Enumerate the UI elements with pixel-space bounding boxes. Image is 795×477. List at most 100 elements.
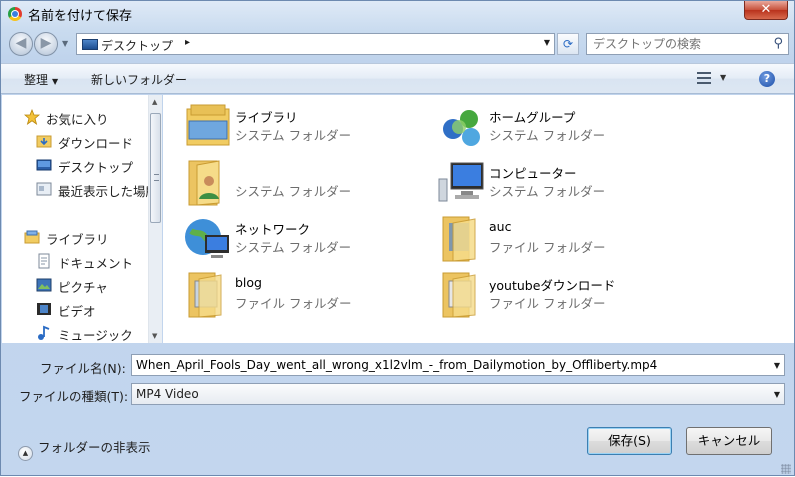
breadcrumb-chevron-icon[interactable]: ▸	[185, 37, 190, 48]
nav-item-music[interactable]: ミュージック	[36, 324, 148, 342]
list-item[interactable]: ネットワーク システム フォルダー	[183, 213, 433, 265]
nav-item-favorites[interactable]: お気に入り	[24, 108, 148, 126]
nav-item-desktop[interactable]: デスクトップ	[36, 156, 148, 174]
pictures-icon	[36, 278, 52, 292]
breadcrumb-desktop[interactable]: デスクトップ	[101, 37, 173, 54]
library-icon	[186, 104, 230, 146]
nav-item-label: お気に入り	[46, 112, 109, 126]
title-bar[interactable]: 名前を付けて保存 ✕	[1, 1, 794, 27]
new-folder-button[interactable]: 新しいフォルダー	[91, 71, 187, 88]
nav-item-label: ダウンロード	[58, 136, 134, 150]
filetype-dropdown-icon[interactable]: ▼	[774, 390, 780, 399]
folder-icon	[442, 272, 476, 318]
nav-item-label: 最近表示した場所	[58, 184, 148, 198]
item-name: ホームグループ	[489, 110, 576, 125]
item-name: youtubeダウンロード	[489, 278, 616, 293]
navigation-row: ◀ ▶ ▼ デスクトップ ▸ ▼ ⟳ ⚲	[1, 29, 794, 59]
save-form: ファイル名(N): ▼ ファイルの種類(T): MP4 Video ▼ ▲ フォル…	[1, 343, 794, 477]
network-icon	[185, 219, 229, 258]
address-bar[interactable]: デスクトップ ▸ ▼	[76, 33, 555, 55]
filename-dropdown-icon[interactable]: ▼	[774, 361, 780, 370]
folder-icon	[442, 216, 476, 262]
nav-item-label: デスクトップ	[58, 160, 134, 174]
computer-icon	[438, 162, 484, 202]
item-type: ファイル フォルダー	[235, 296, 352, 311]
item-name: auc	[489, 219, 512, 234]
item-name: blog	[235, 275, 262, 290]
item-type: システム フォルダー	[235, 240, 352, 255]
chevron-up-icon: ▲	[18, 446, 33, 461]
item-name: ネットワーク	[235, 222, 311, 237]
item-name: コンピューター	[489, 166, 577, 181]
nav-item-pictures[interactable]: ピクチャ	[36, 276, 148, 294]
nav-item-libraries[interactable]: ライブラリ	[24, 228, 148, 246]
forward-button[interactable]: ▶	[34, 32, 58, 56]
save-as-dialog: 名前を付けて保存 ✕ ◀ ▶ ▼ デスクトップ ▸ ▼ ⟳ ⚲ 整理▼ 新しいフ…	[0, 0, 795, 476]
help-button[interactable]: ?	[759, 71, 775, 87]
filename-input[interactable]	[132, 355, 762, 375]
list-item[interactable]: コンピューター システム フォルダー	[437, 157, 687, 209]
item-type: ファイル フォルダー	[489, 240, 606, 255]
item-name: ライブラリ	[235, 110, 298, 125]
star-icon	[24, 109, 40, 125]
item-type: システム フォルダー	[489, 184, 606, 199]
filetype-value: MP4 Video	[136, 387, 199, 401]
view-options-icon[interactable]	[697, 72, 711, 84]
hide-folders-toggle[interactable]: ▲ フォルダーの非表示	[18, 437, 151, 461]
navigation-pane: お気に入り ダウンロード デスクトップ 最近表示した場所 ライブラリ ドキュメン…	[2, 95, 148, 343]
navigation-pane-scrollbar[interactable]: ▲ ▼	[148, 95, 162, 343]
resize-grip[interactable]	[781, 464, 791, 474]
list-item[interactable]: ホームグループ システム フォルダー	[437, 101, 687, 153]
filetype-select[interactable]: MP4 Video ▼	[131, 383, 785, 405]
download-folder-icon	[36, 135, 52, 148]
video-icon	[37, 303, 51, 315]
save-button[interactable]: 保存(S)	[587, 427, 672, 455]
close-button[interactable]: ✕	[744, 1, 788, 20]
address-dropdown-icon[interactable]: ▼	[544, 38, 550, 47]
back-button[interactable]: ◀	[9, 32, 33, 56]
filename-label: ファイル名(N):	[40, 361, 126, 376]
window-title: 名前を付けて保存	[28, 9, 133, 24]
recent-places-icon	[36, 182, 52, 196]
filename-combobox: ▼	[131, 354, 785, 376]
item-type: ファイル フォルダー	[489, 296, 606, 311]
recent-pages-dropdown[interactable]: ▼	[62, 39, 68, 48]
filetype-label: ファイルの種類(T):	[19, 389, 129, 404]
nav-item-documents[interactable]: ドキュメント	[36, 252, 148, 270]
list-item[interactable]: youtubeダウンロード ファイル フォルダー	[437, 269, 687, 321]
search-icon[interactable]: ⚲	[773, 36, 783, 51]
cancel-button[interactable]: キャンセル	[686, 427, 772, 455]
refresh-button[interactable]: ⟳	[557, 33, 579, 55]
search-box: ⚲	[586, 33, 789, 55]
nav-item-videos[interactable]: ビデオ	[36, 300, 148, 318]
hide-folders-label: フォルダーの非表示	[38, 440, 151, 455]
file-list: ライブラリ システム フォルダー ホームグループ システム フォルダー システム…	[163, 95, 794, 343]
homegroup-icon	[443, 110, 480, 146]
document-icon	[38, 253, 50, 269]
desktop-icon	[82, 39, 98, 50]
nav-item-label: ドキュメント	[58, 256, 134, 270]
organize-label: 整理	[24, 73, 49, 87]
nav-item-label: ライブラリ	[46, 232, 109, 246]
organize-menu-button[interactable]: 整理 ▼	[24, 71, 58, 88]
list-item[interactable]: auc ファイル フォルダー	[437, 213, 687, 265]
list-item[interactable]: ライブラリ システム フォルダー	[183, 101, 433, 153]
chrome-icon	[8, 7, 22, 21]
user-folder-icon	[188, 160, 220, 206]
nav-item-label: ビデオ	[58, 304, 96, 318]
list-item[interactable]: システム フォルダー	[183, 157, 433, 209]
list-item[interactable]: blog ファイル フォルダー	[183, 269, 433, 321]
scroll-up-icon[interactable]: ▲	[152, 98, 157, 106]
desktop-icon	[36, 159, 52, 171]
nav-item-recent-places[interactable]: 最近表示した場所	[36, 180, 148, 198]
nav-item-label: ミュージック	[58, 328, 133, 342]
nav-item-downloads[interactable]: ダウンロード	[36, 132, 148, 150]
item-type: システム フォルダー	[235, 128, 352, 143]
folder-icon	[188, 272, 222, 318]
scroll-down-icon[interactable]: ▼	[152, 332, 157, 340]
chevron-down-icon: ▼	[52, 77, 59, 86]
item-type: システム フォルダー	[235, 184, 352, 199]
scrollbar-thumb[interactable]	[150, 113, 161, 223]
view-dropdown-icon[interactable]: ▼	[720, 73, 726, 82]
search-input[interactable]	[587, 34, 767, 54]
